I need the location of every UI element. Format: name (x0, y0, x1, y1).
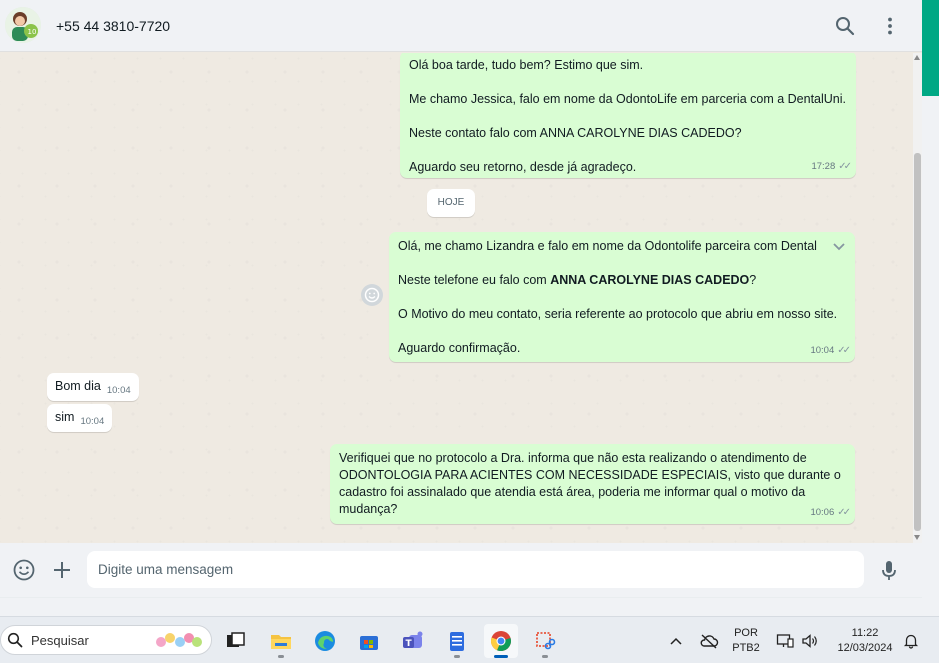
chevron-down-icon[interactable] (832, 240, 846, 251)
snipping-tool-icon[interactable] (528, 624, 562, 658)
scroll-up-arrow-icon[interactable] (914, 55, 920, 60)
message-line: Neste contato falo com ANNA CAROLYNE DIA… (409, 126, 742, 140)
edge-browser-icon[interactable] (308, 624, 342, 658)
message-line: Aguardo seu retorno, desde já agradeço. (409, 160, 637, 174)
message-time: 10:04 (106, 385, 131, 396)
taskbar-search[interactable]: Pesquisar (0, 625, 212, 655)
message-time: 10:06 (810, 507, 835, 518)
running-indicator (542, 655, 548, 658)
search-icon (7, 632, 23, 648)
task-view-icon[interactable] (218, 624, 252, 658)
message-line: Aguardo confirmação. (398, 341, 521, 355)
message-composer (0, 543, 922, 597)
message-outgoing[interactable]: Olá, me chamo Lizandra e falo em nome da… (389, 232, 855, 362)
search-label: Pesquisar (31, 632, 89, 648)
message-meta: 10:06 ✓✓ (810, 504, 851, 521)
message-line: Verifiquei que no protocolo a Dra. infor… (339, 451, 841, 516)
clock-date: 12/03/2024 (837, 641, 893, 654)
message-line: Olá boa tarde, tudo bem? Estimo que sim. (409, 58, 644, 72)
microsoft-store-icon[interactable] (352, 624, 386, 658)
read-ticks-icon: ✓✓ (837, 345, 851, 356)
attach-plus-icon[interactable] (50, 558, 74, 582)
message-text: sim (55, 410, 75, 424)
message-outgoing[interactable]: Verifiquei que no protocolo a Dra. infor… (330, 444, 855, 524)
message-line: O Motivo do meu contato, seria referente… (398, 307, 838, 321)
read-ticks-icon: ✓✓ (838, 161, 852, 172)
microphone-icon[interactable] (877, 558, 901, 582)
volume-icon[interactable] (799, 617, 821, 663)
onedrive-offline-icon[interactable] (697, 617, 721, 663)
chat-messages-panel: Olá boa tarde, tudo bem? Estimo que sim.… (0, 53, 922, 543)
language-code: POR (734, 626, 758, 639)
message-time: 17:28 (811, 161, 836, 172)
svg-text:T: T (406, 639, 413, 649)
show-hidden-icons-chevron-icon[interactable] (666, 617, 686, 663)
message-line: Neste telefone eu falo com ANNA CAROLYNE… (398, 272, 846, 289)
display-network-icon[interactable] (774, 617, 796, 663)
chat-header: 10 +55 44 3810-7720 (0, 0, 922, 52)
read-ticks-icon: ✓✓ (837, 507, 851, 518)
scrollbar-thumb[interactable] (914, 153, 921, 531)
message-text: Neste telefone eu falo com (398, 273, 551, 287)
emoji-reaction-icon[interactable] (361, 284, 383, 306)
message-text: Bom dia (55, 379, 101, 393)
notepad-icon[interactable] (440, 624, 474, 658)
window-edge (922, 96, 939, 616)
flowers-decoration-icon (156, 633, 202, 647)
message-line: Me chamo Jessica, falo em nome da Odonto… (409, 92, 847, 106)
input-language[interactable]: POR PTB2 (727, 617, 765, 663)
message-time: 10:04 (80, 416, 105, 427)
teams-icon[interactable]: T (396, 624, 430, 658)
scroll-down-arrow-icon[interactable] (914, 535, 920, 540)
active-indicator (494, 655, 508, 658)
message-text: ? (749, 273, 757, 287)
chrome-icon[interactable] (484, 624, 518, 658)
windows-taskbar: Pesquisar T POR PTB2 11:22 12/03/2024 (0, 616, 939, 663)
file-explorer-icon[interactable] (264, 624, 298, 658)
message-line: Olá, me chamo Lizandra e falo em nome da… (398, 239, 817, 253)
menu-kebab-icon[interactable] (879, 15, 901, 37)
message-meta: 10:04 ✓✓ (810, 342, 851, 359)
date-divider: HOJE (427, 189, 475, 217)
svg-text:10: 10 (28, 28, 37, 36)
contact-name[interactable]: +55 44 3810-7720 (56, 18, 170, 34)
message-meta: 17:28 ✓✓ (811, 158, 852, 175)
message-bold-text: ANNA CAROLYNE DIAS CADEDO (550, 273, 750, 287)
emoji-icon[interactable] (12, 558, 36, 582)
contact-avatar[interactable]: 10 (5, 7, 41, 43)
chat-scrollbar[interactable] (913, 53, 922, 543)
clock-time: 11:22 (851, 626, 879, 639)
message-time: 10:04 (810, 345, 835, 356)
keyboard-layout: PTB2 (732, 641, 760, 654)
search-icon[interactable] (834, 15, 856, 37)
message-incoming[interactable]: sim 10:04 (47, 404, 112, 432)
running-indicator (278, 655, 284, 658)
taskbar-clock[interactable]: 11:22 12/03/2024 (830, 617, 900, 663)
message-input[interactable] (87, 551, 864, 588)
running-indicator (454, 655, 460, 658)
notification-bell-icon[interactable] (900, 617, 922, 663)
window-edge-accent (922, 0, 939, 96)
message-incoming[interactable]: Bom dia 10:04 (47, 373, 139, 401)
message-outgoing[interactable]: Olá boa tarde, tudo bem? Estimo que sim.… (400, 53, 856, 178)
window-bottom-edge (0, 597, 922, 616)
